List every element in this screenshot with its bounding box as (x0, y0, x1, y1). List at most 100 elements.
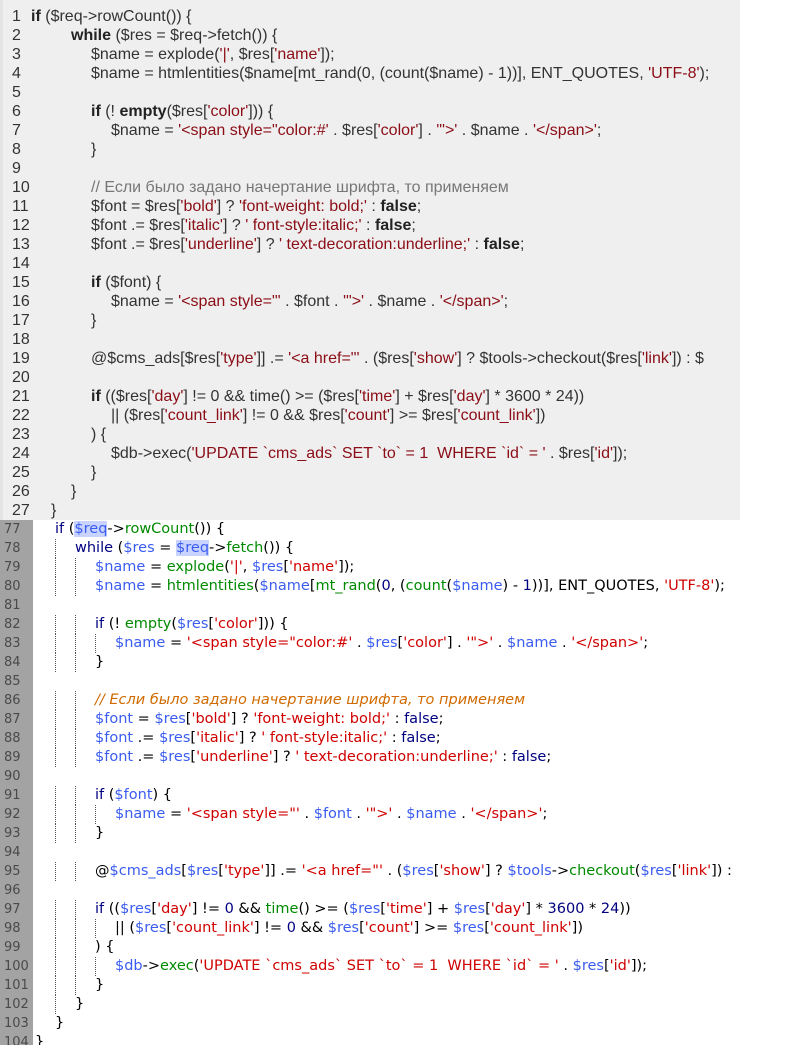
string-literal: 'time' (385, 901, 427, 917)
function-name: explode (166, 559, 225, 575)
string-literal: 'color' (403, 635, 447, 651)
code-line: 26} (3, 482, 740, 501)
indent-guide (55, 539, 56, 558)
string-literal: 'count_link' (457, 407, 536, 424)
string-literal: 'show' (439, 863, 485, 879)
variable: $res (159, 749, 191, 765)
line-number: 78 (4, 541, 21, 556)
string-literal: ' font-style:italic;' (245, 217, 362, 234)
code-line: 24 $db->exec('UPDATE `cms_ads` SET `to` =… (3, 444, 740, 463)
code-text: $name = '<span style="' . $font . '">' .… (111, 293, 509, 310)
line-number: 4 (12, 65, 21, 82)
variable: $res (418, 388, 450, 405)
indent-guide (55, 786, 56, 805)
variable: $font (91, 236, 127, 253)
code-line: 78 while ($res = $req->fetch()) { (0, 539, 788, 558)
code-line: 23) { (3, 425, 740, 444)
keyword: false (380, 198, 417, 215)
line-number: 101 (4, 978, 29, 993)
line-number: 1 (12, 8, 21, 25)
line-number: 79 (4, 560, 21, 575)
number-literal: 3600 (547, 901, 585, 917)
line-number: 11 (12, 198, 29, 215)
variable: $font (95, 711, 134, 727)
line-number: 88 (4, 731, 21, 746)
variable: $name (377, 293, 427, 310)
string-literal: 'day' (157, 901, 192, 917)
string-literal: 'count_link' (164, 407, 243, 424)
string-literal: 'show' (413, 350, 458, 367)
code-line: 21 if (($res['day'] != 0 && time() >= ($r… (3, 387, 740, 406)
indent-guide (55, 995, 56, 1014)
string-literal: 'bold' (191, 711, 231, 727)
string-literal: '<span style="' (186, 806, 300, 822)
indent-guide (95, 805, 96, 824)
string-literal: 'type' (220, 350, 257, 367)
code-text: if ($req->rowCount()) { (55, 521, 226, 537)
variable: $name (91, 46, 140, 63)
line-number: 90 (4, 769, 21, 784)
variable: $res (159, 730, 191, 746)
string-literal: ' text-decoration:underline;' (295, 749, 498, 765)
variable: $res (309, 407, 341, 424)
line-number: 17 (12, 312, 30, 329)
function-name: checkout (569, 863, 635, 879)
variable: $res (342, 122, 374, 139)
code-line: 2 while ($res = $req->fetch()) { (3, 26, 740, 45)
line-number: 9 (12, 160, 21, 177)
string-literal: ' font-style:italic;' (261, 730, 388, 746)
indent-guide (75, 653, 76, 672)
string-literal: '<span style="color:#' (186, 635, 353, 651)
variable: $db (111, 445, 138, 462)
code-text: } (91, 141, 97, 158)
variable: $name (115, 635, 166, 651)
code-text: $name = '<span style="color:#' . $res['c… (111, 122, 602, 139)
code-text: if ($req->rowCount()) { (31, 8, 192, 25)
function-name: count (405, 578, 447, 594)
indent-guide (75, 976, 76, 995)
code-text: if (($res['day'] != 0 && time() >= ($res… (91, 388, 585, 405)
code-text: $name = explode('|', $res['name']); (95, 559, 355, 575)
string-literal: 'UPDATE `cms_ads` SET `to` = 1 WHERE `id… (191, 445, 546, 462)
variable: $name (406, 806, 457, 822)
indent-guide (55, 653, 56, 672)
keyword: if (55, 521, 65, 537)
variable: $req (170, 27, 203, 44)
variable: $font (313, 806, 352, 822)
variable: $res (572, 958, 604, 974)
string-literal: 'name' (274, 46, 321, 63)
code-line: 83 $name = '<span style="color:#' . $res[… (0, 634, 788, 653)
indent-guide (55, 900, 56, 919)
code-text: while ($res = $req->fetch()) { (75, 540, 295, 556)
code-line: 86 // Если было задано начертание шрифта,… (0, 691, 788, 710)
variable: $req (176, 540, 210, 556)
code-line: 94 (0, 843, 788, 862)
string-literal: ' text-decoration:underline;' (279, 236, 471, 253)
variable: $res (348, 901, 381, 917)
line-number: 22 (12, 407, 30, 424)
code-line: 98 || ($res['count_link'] != 0 && $res['c… (0, 919, 788, 938)
code-line: 10 // Если было задано начертание шрифта,… (3, 178, 740, 197)
variable: $res (452, 920, 485, 936)
code-text: if (($res['day'] != 0 && time() >= ($res… (95, 901, 631, 917)
string-literal: 'UPDATE `cms_ads` SET `to` = 1 WHERE `id… (199, 958, 559, 974)
string-literal: 'link' (641, 350, 672, 367)
indent-guide (75, 862, 76, 881)
line-number: 97 (4, 902, 21, 917)
string-literal: '<a href="' (301, 863, 383, 879)
variable: $res (251, 559, 284, 575)
function-name: fetch (226, 540, 264, 556)
line-number: 21 (12, 388, 30, 405)
code-text: || ($res['count_link'] != 0 && $res['cou… (115, 920, 583, 936)
indent-guide (95, 919, 96, 938)
code-line: 88 $font .= $res['italic'] ? ' font-style… (0, 729, 788, 748)
code-line: 100 $db->exec('UPDATE `cms_ads` SET `to` … (0, 957, 788, 976)
string-literal: 'color' (377, 122, 419, 139)
keyword: if (95, 616, 105, 632)
function-name: time (265, 901, 299, 917)
code-line: 16 $name = '<span style="' . $font . '">'… (3, 292, 740, 311)
line-number: 7 (12, 122, 21, 139)
line-number: 10 (12, 179, 30, 196)
code-text: $font .= $res['underline'] ? ' text-deco… (91, 236, 525, 253)
string-literal: 'count_link' (489, 920, 572, 936)
